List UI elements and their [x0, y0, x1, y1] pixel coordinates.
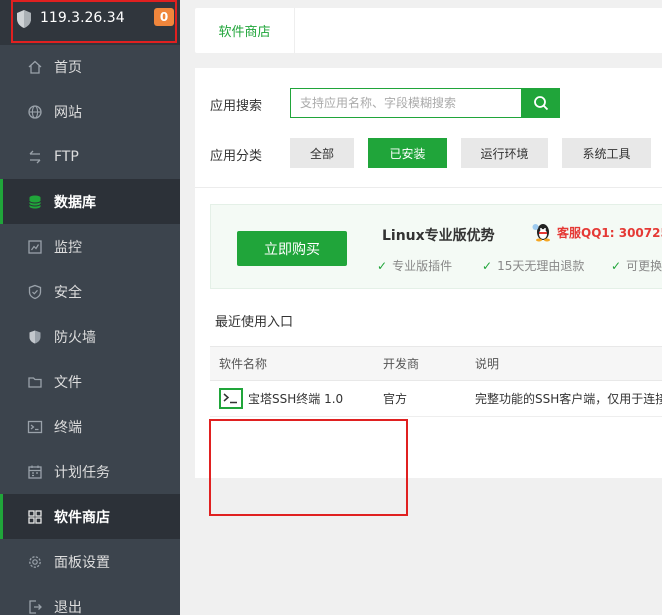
- column-header-description: 说明: [475, 357, 500, 371]
- sidebar-item-label: 计划任务: [54, 464, 110, 481]
- qq-support-link[interactable]: 客服QQ1: 300725: [532, 222, 662, 242]
- search-label: 应用搜索: [210, 99, 263, 114]
- feature-label: 可更换: [626, 259, 662, 273]
- category-label: 应用分类: [210, 149, 263, 164]
- sidebar-item-home[interactable]: 首页: [0, 44, 180, 89]
- calendar-icon: [27, 464, 43, 480]
- sidebar-item-label: 安全: [54, 284, 82, 301]
- ftp-icon: [27, 149, 43, 165]
- sidebar-item-database[interactable]: 数据库: [0, 179, 180, 224]
- tab-bar: 软件商店: [195, 8, 662, 53]
- feature-label: 专业版插件: [392, 259, 453, 273]
- promo-title: Linux专业版优势: [382, 228, 495, 244]
- sidebar-item-label: 防火墙: [54, 329, 96, 346]
- pro-promo-banner: 立即购买 Linux专业版优势 客服QQ1: 300725 ✓ 专业版插件 ✓ 15…: [210, 204, 662, 289]
- sidebar-item-label: 监控: [54, 239, 82, 256]
- category-all[interactable]: 全部: [290, 138, 354, 168]
- app-description: 完整功能的SSH客户端，仅用于连接: [475, 392, 662, 406]
- feature-item: ✓ 专业版插件: [377, 257, 452, 274]
- search-box: [290, 88, 522, 118]
- sidebar-item-website[interactable]: 网站: [0, 89, 180, 134]
- table-header: 软件名称 开发商 说明: [210, 346, 662, 381]
- sidebar-item-monitor[interactable]: 监控: [0, 224, 180, 269]
- shield-check-icon: [27, 284, 43, 300]
- feature-label: 15天无理由退款: [497, 259, 585, 273]
- sidebar-item-label: FTP: [54, 148, 79, 165]
- column-header-name: 软件名称: [219, 357, 268, 371]
- sidebar-item-label: 软件商店: [54, 509, 110, 526]
- annotation-box-header: [11, 0, 177, 43]
- sidebar-item-panel-settings[interactable]: 面板设置: [0, 539, 180, 584]
- recent-entries-label: 最近使用入口: [215, 315, 294, 330]
- firewall-icon: [27, 329, 43, 345]
- sidebar-item-logout[interactable]: 退出: [0, 584, 180, 615]
- main-panel: 应用搜索 应用分类 全部 已安装 运行环境 系统工具 立即购买 Linux专业版…: [195, 68, 662, 478]
- folder-icon: [27, 374, 43, 390]
- search-input[interactable]: [291, 89, 521, 117]
- app-name[interactable]: 宝塔SSH终端 1.0: [248, 381, 343, 417]
- qq-penguin-icon: [532, 224, 550, 242]
- monitor-icon: [27, 239, 43, 255]
- apps-grid-icon: [27, 509, 43, 525]
- check-icon: ✓: [482, 258, 493, 273]
- app-vendor: 官方: [383, 392, 408, 406]
- check-icon: ✓: [611, 258, 622, 273]
- sidebar-item-firewall[interactable]: 防火墙: [0, 314, 180, 359]
- check-icon: ✓: [377, 258, 388, 273]
- gear-icon: [27, 554, 43, 570]
- qq-number: 客服QQ1: 300725: [557, 225, 662, 240]
- sidebar-item-label: 面板设置: [54, 554, 110, 571]
- terminal-app-icon: [219, 388, 243, 409]
- buy-now-button[interactable]: 立即购买: [237, 231, 347, 266]
- sidebar-item-terminal[interactable]: 终端: [0, 404, 180, 449]
- sidebar: 119.3.26.34 0 首页 网站 FTP 数据库 监控 安全 防火墙 文件…: [0, 0, 180, 615]
- home-icon: [27, 59, 43, 75]
- category-runtime[interactable]: 运行环境: [461, 138, 548, 168]
- search-icon: [533, 96, 548, 111]
- search-button[interactable]: [521, 88, 560, 118]
- category-installed[interactable]: 已安装: [368, 138, 447, 168]
- category-system-tools[interactable]: 系统工具: [562, 138, 651, 168]
- annotation-box-empty-area: [209, 419, 408, 516]
- logout-icon: [27, 599, 43, 615]
- divider: [195, 187, 662, 188]
- sidebar-item-app-store[interactable]: 软件商店: [0, 494, 180, 539]
- sidebar-item-label: 数据库: [54, 194, 96, 211]
- sidebar-item-ftp[interactable]: FTP: [0, 134, 180, 179]
- table-row[interactable]: 宝塔SSH终端 1.0 官方 完整功能的SSH客户端，仅用于连接: [210, 381, 662, 417]
- terminal-icon: [27, 419, 43, 435]
- sidebar-item-label: 退出: [54, 599, 82, 615]
- sidebar-item-cron[interactable]: 计划任务: [0, 449, 180, 494]
- feature-item: ✓ 15天无理由退款: [482, 257, 584, 274]
- globe-icon: [27, 104, 43, 120]
- sidebar-item-label: 首页: [54, 59, 82, 76]
- sidebar-item-label: 网站: [54, 104, 82, 121]
- sidebar-item-security[interactable]: 安全: [0, 269, 180, 314]
- sidebar-item-files[interactable]: 文件: [0, 359, 180, 404]
- tab-app-store[interactable]: 软件商店: [195, 8, 295, 53]
- feature-item: ✓ 可更换: [611, 257, 662, 274]
- sidebar-item-label: 终端: [54, 419, 82, 436]
- database-icon: [27, 194, 43, 210]
- sidebar-item-label: 文件: [54, 374, 82, 391]
- column-header-vendor: 开发商: [383, 357, 420, 371]
